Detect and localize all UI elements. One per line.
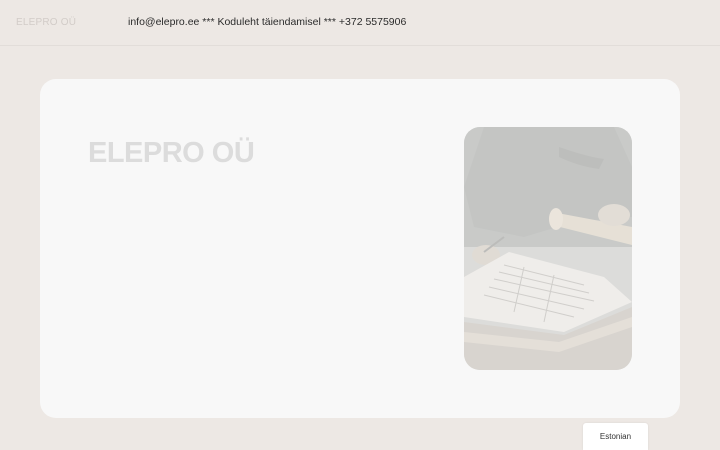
hero-card: ELEPRO OÜ	[40, 79, 680, 418]
language-selector[interactable]: Estonian	[583, 423, 648, 450]
contact-info: info@elepro.ee *** Koduleht täiendamisel…	[128, 16, 407, 28]
hero-image	[464, 127, 632, 370]
top-bar: ELEPRO OÜ info@elepro.ee *** Koduleht tä…	[0, 0, 720, 46]
drafting-photo	[464, 127, 632, 370]
site-logo-text[interactable]: ELEPRO OÜ	[16, 17, 76, 28]
hero-title: ELEPRO OÜ	[88, 137, 255, 169]
